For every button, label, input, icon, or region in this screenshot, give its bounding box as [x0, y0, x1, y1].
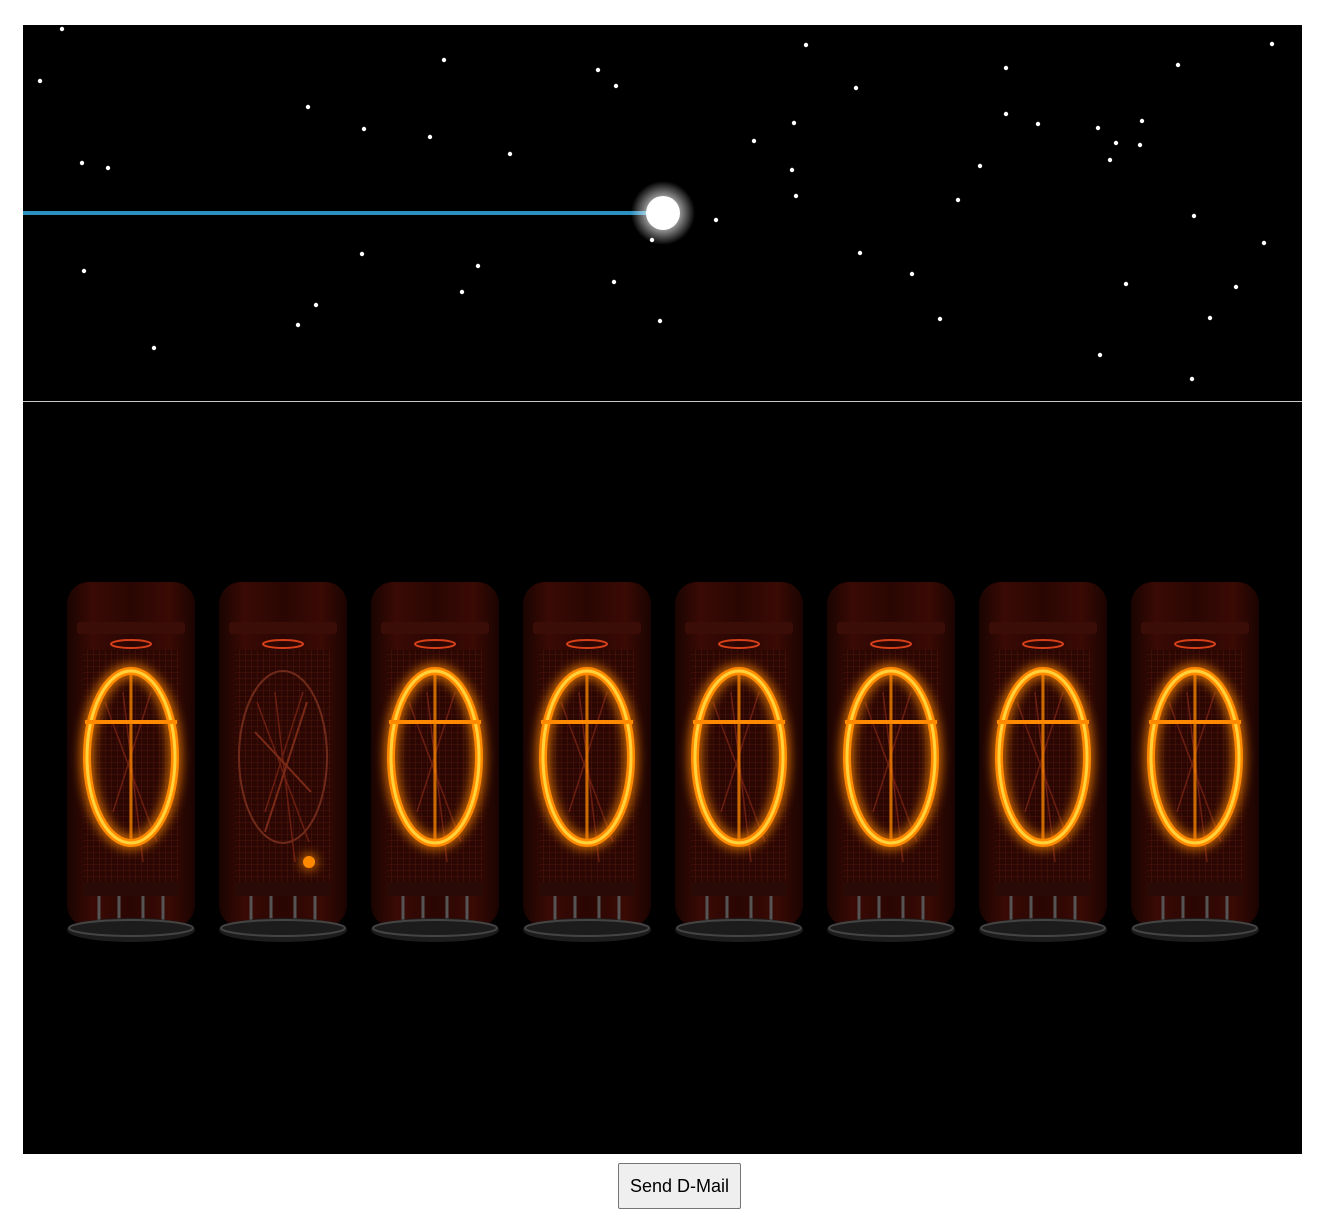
star-dot [1137, 142, 1143, 148]
star-dot [977, 163, 983, 169]
star-dot [1003, 111, 1009, 117]
star-dot [79, 160, 85, 166]
star-dot [657, 318, 663, 324]
nixie-tube [63, 582, 199, 982]
star-dot [937, 316, 943, 322]
star-dot [713, 217, 719, 223]
star-dot [1269, 41, 1275, 47]
decimal-point [303, 856, 315, 868]
star-dot [857, 250, 863, 256]
star-dot [853, 85, 859, 91]
nixie-tube [1127, 582, 1263, 982]
star-dot [1003, 65, 1009, 71]
star-dot [1139, 118, 1145, 124]
nixie-tube [367, 582, 503, 982]
star-dot [1207, 315, 1213, 321]
star-dot [441, 57, 447, 63]
star-dot [803, 42, 809, 48]
star-dot [611, 279, 617, 285]
star-dot [1189, 376, 1195, 382]
star-dot [1175, 62, 1181, 68]
star-dot [37, 78, 43, 84]
star-dot [955, 197, 961, 203]
nixie-tube [975, 582, 1111, 982]
star-dot [59, 26, 65, 32]
nixie-tube [215, 582, 351, 982]
divergence-meter-panel [23, 402, 1302, 1154]
star-dot [295, 322, 301, 328]
star-dot [909, 271, 915, 277]
star-dot [427, 134, 433, 140]
worldline-starfield [23, 25, 1302, 401]
star-dot [361, 126, 367, 132]
star-dot [151, 345, 157, 351]
star-dot [81, 268, 87, 274]
star-dot [1095, 125, 1101, 131]
worldline-node [646, 196, 680, 230]
star-dot [507, 151, 513, 157]
star-dot [359, 251, 365, 257]
star-dot [1113, 140, 1119, 146]
star-dot [1097, 352, 1103, 358]
nixie-tube [671, 582, 807, 982]
star-dot [1123, 281, 1129, 287]
star-dot [751, 138, 757, 144]
star-dot [789, 167, 795, 173]
send-dmail-button[interactable]: Send D-Mail [618, 1163, 741, 1209]
star-dot [1261, 240, 1267, 246]
nixie-tube [519, 582, 655, 982]
star-dot [1233, 284, 1239, 290]
star-dot [1035, 121, 1041, 127]
star-dot [613, 83, 619, 89]
nixie-tube-row [63, 582, 1263, 982]
star-dot [105, 165, 111, 171]
star-dot [459, 289, 465, 295]
star-dot [313, 302, 319, 308]
star-dot [305, 104, 311, 110]
star-dot [1191, 213, 1197, 219]
star-dot [791, 120, 797, 126]
star-dot [793, 193, 799, 199]
star-dot [1107, 157, 1113, 163]
nixie-tube [823, 582, 959, 982]
star-dot [595, 67, 601, 73]
star-dot [475, 263, 481, 269]
